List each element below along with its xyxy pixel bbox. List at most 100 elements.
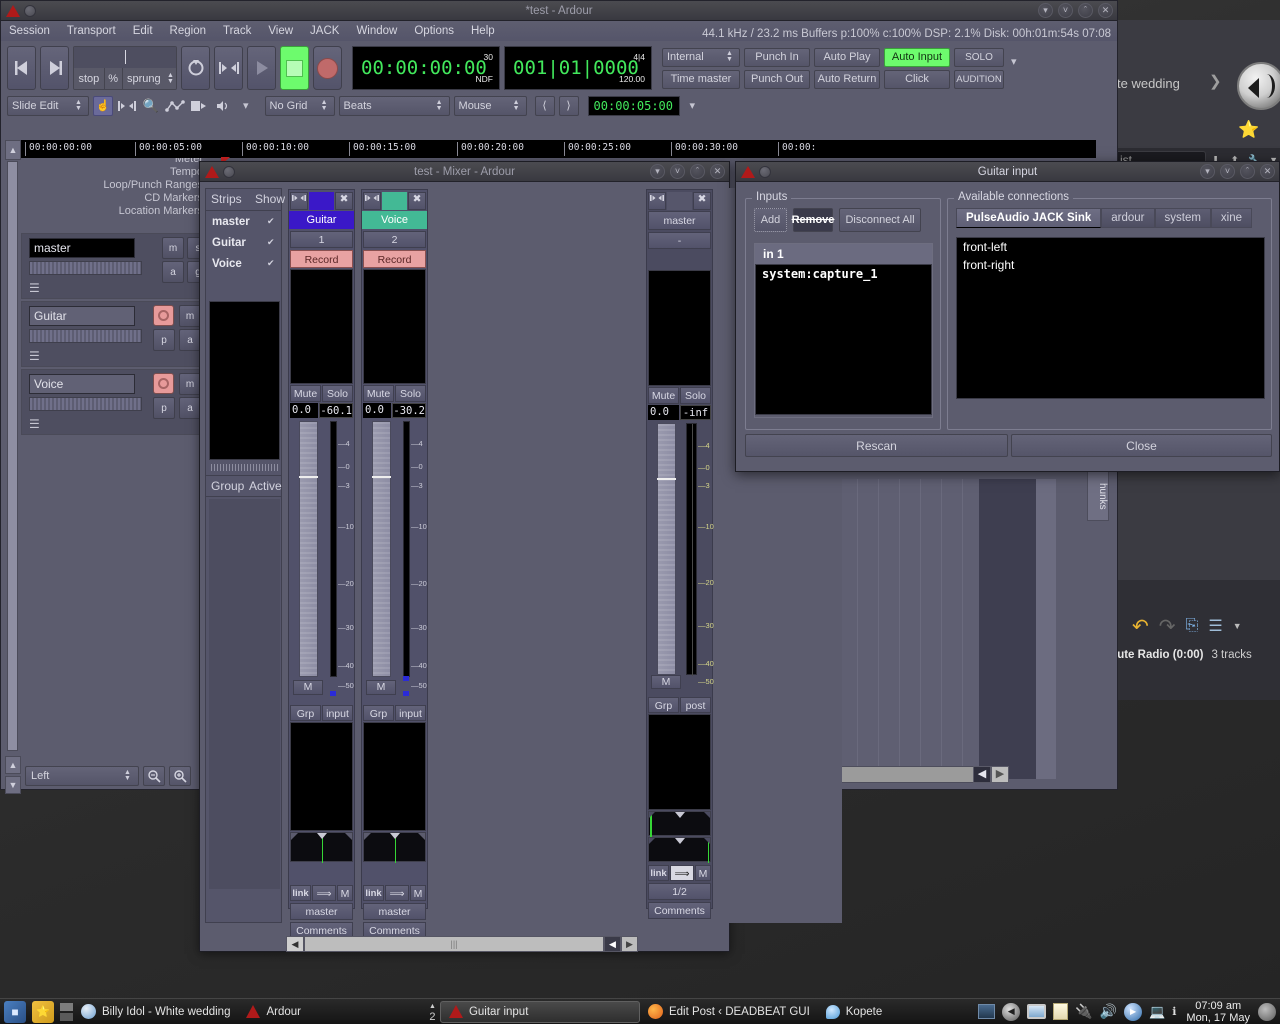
menu-options[interactable]: Options — [414, 25, 454, 37]
strip-guitar-post-processor-box[interactable] — [290, 722, 353, 831]
strip-voice-pan-direction[interactable]: ⟹ — [385, 885, 409, 901]
media-icon[interactable]: ▶ — [1124, 1002, 1143, 1021]
mixer-window-menu-icon[interactable] — [223, 165, 235, 178]
mixer-close-button[interactable]: ✕ — [710, 164, 725, 179]
strip-show-check-master[interactable]: ✔ — [267, 216, 281, 227]
window-menu-icon[interactable] — [24, 4, 36, 17]
taskbar-clock[interactable]: 07:09 am Mon, 17 May — [1182, 1000, 1258, 1024]
strip-list-empty-area[interactable] — [209, 301, 280, 460]
strip-guitar-panner[interactable] — [290, 832, 353, 863]
strip-master-hide-button[interactable]: ✖ — [693, 191, 711, 210]
track-name-guitar[interactable]: Guitar — [29, 306, 135, 326]
solo-indicator-button[interactable]: SOLO — [954, 47, 1004, 67]
strip-master-processor-box[interactable] — [648, 270, 711, 386]
close-button[interactable]: ✕ — [1098, 3, 1113, 18]
goto-end-button[interactable] — [40, 46, 69, 90]
auto-play-button[interactable]: Auto Play — [814, 47, 880, 67]
shuttle-units-label[interactable]: % — [105, 68, 123, 89]
strip-voice-record-button[interactable]: Record — [363, 250, 426, 268]
track-header-master[interactable]: master m s a g ☰ — [21, 233, 213, 299]
desktop-pager-number[interactable]: ▲ 2 — [429, 1002, 436, 1023]
play-range-button[interactable] — [214, 46, 243, 90]
grab-tool-icon[interactable]: ☝ — [93, 95, 113, 116]
shuttle-control[interactable]: stop % sprung ▲ ▼ — [73, 46, 177, 90]
audition-indicator-button[interactable]: AUDITION — [954, 69, 1004, 89]
track-playlist-voice[interactable]: p — [153, 397, 175, 419]
stretch-tool-icon[interactable] — [189, 96, 209, 116]
taskbar-item-firefox[interactable]: Edit Post ‹ DEADBEAT GUI — [640, 1001, 818, 1023]
strip-master-ratio-button[interactable]: 1/2 — [648, 883, 711, 900]
strip-guitar-link-button[interactable]: link — [290, 885, 311, 901]
auto-input-button[interactable]: Auto Input — [884, 47, 950, 67]
strip-show-check-guitar[interactable]: ✔ — [267, 237, 281, 248]
strip-master-fader[interactable] — [657, 423, 676, 675]
grid-dropdown[interactable]: No Grid ▲ ▼ — [264, 95, 335, 116]
auto-return-button[interactable]: Auto Return — [814, 69, 880, 89]
track-name-voice[interactable]: Voice — [29, 374, 135, 394]
record-button[interactable] — [313, 46, 342, 90]
track-mute-guitar[interactable]: m — [179, 305, 201, 327]
mixer-maximize-button[interactable]: ˆ — [690, 164, 705, 179]
strip-master-number[interactable]: - — [648, 232, 711, 249]
shade-button[interactable]: ▾ — [1038, 3, 1053, 18]
close-dialog-button[interactable]: Close — [1011, 434, 1272, 457]
nudge-forward-button[interactable]: ⟩ — [558, 95, 579, 116]
next-track-icon[interactable]: ❯ — [1209, 72, 1222, 90]
back-icon[interactable]: ◀ — [1002, 1002, 1021, 1021]
strip-guitar-output-button[interactable]: master — [290, 903, 353, 920]
punch-in-button[interactable]: Punch In — [744, 47, 810, 67]
strip-voice-processor-box[interactable] — [363, 269, 426, 384]
strip-voice-io-button[interactable]: input — [395, 705, 426, 721]
strip-voice-mute-button[interactable]: Mute — [363, 385, 394, 402]
mixer-scroll-left-button[interactable]: ◀ — [286, 936, 304, 952]
strip-voice-panner[interactable] — [363, 832, 426, 863]
zoom-focus-spinner[interactable]: ▲ ▼ — [511, 99, 522, 112]
track-menu-icon-voice[interactable]: ☰ — [29, 417, 40, 431]
minimize-button[interactable]: ˅ — [1058, 3, 1073, 18]
lock-screen-icon[interactable] — [1258, 1002, 1276, 1021]
port-front-left[interactable]: front-left — [957, 238, 1264, 256]
strip-voice-solo-button[interactable]: Solo — [395, 385, 426, 402]
range-tool-icon[interactable] — [117, 96, 137, 116]
display-icon[interactable] — [978, 1004, 996, 1019]
stop-button[interactable] — [280, 46, 309, 90]
track-playlist-guitar[interactable]: p — [153, 329, 175, 351]
zoom-tool-icon[interactable]: 🔍 — [141, 96, 161, 116]
strip-master-post-processor-box[interactable] — [648, 714, 711, 810]
strip-guitar-solo-button[interactable]: Solo — [322, 385, 353, 402]
nudge-back-button[interactable]: ⟨ — [534, 95, 555, 116]
pane-resize-handle[interactable] — [211, 464, 278, 471]
transport-chevron-icon[interactable]: ▾ — [1011, 55, 1017, 68]
strip-master-width-button[interactable] — [648, 191, 666, 210]
strip-list-row-guitar[interactable]: Guitar ✔ — [206, 232, 281, 253]
strips-column-header[interactable]: Strips — [206, 189, 255, 210]
pager-icon[interactable] — [60, 1002, 73, 1021]
play-button[interactable] — [247, 46, 276, 90]
strip-guitar-color-swatch[interactable] — [309, 191, 334, 210]
primary-clock[interactable]: 00:00:00:00 30 NDF — [352, 46, 500, 90]
show-column-header[interactable]: Show — [255, 189, 285, 210]
strip-master-name[interactable]: master — [648, 211, 711, 230]
strip-voice-width-button[interactable] — [363, 191, 381, 210]
strip-voice-pan-mute[interactable]: M — [410, 885, 426, 901]
info-icon[interactable]: ℹ — [1172, 1005, 1176, 1018]
strip-show-check-voice[interactable]: ✔ — [267, 258, 281, 269]
mixer-shade-button[interactable]: ▾ — [650, 164, 665, 179]
available-ports-list[interactable]: front-left front-right — [956, 237, 1265, 399]
menu-help[interactable]: Help — [471, 25, 495, 37]
add-input-button[interactable]: Add — [754, 208, 787, 232]
goto-start-button[interactable] — [7, 46, 36, 90]
remove-input-button[interactable]: Remove — [792, 208, 834, 232]
track-fader-voice[interactable] — [29, 397, 142, 411]
dialog-minimize-button[interactable]: ˅ — [1220, 164, 1235, 179]
monitor-icon[interactable] — [1027, 1004, 1047, 1019]
strip-guitar-record-button[interactable]: Record — [290, 250, 353, 268]
strip-guitar-width-button[interactable] — [290, 191, 308, 210]
zoom-focus-dropdown[interactable]: Mouse ▲ ▼ — [453, 95, 527, 116]
timecode-ruler[interactable]: 00:00:00:00 00:00:05:00 00:00:10:00 00:0… — [21, 140, 1096, 158]
port-front-right[interactable]: front-right — [957, 256, 1264, 274]
strip-guitar-meter-point[interactable]: M — [293, 680, 323, 695]
strip-voice-output-button[interactable]: master — [363, 903, 426, 920]
strip-voice-gain-value[interactable]: 0.0 — [363, 403, 392, 418]
strip-voice-peak-value[interactable]: -30.2 — [392, 403, 426, 418]
